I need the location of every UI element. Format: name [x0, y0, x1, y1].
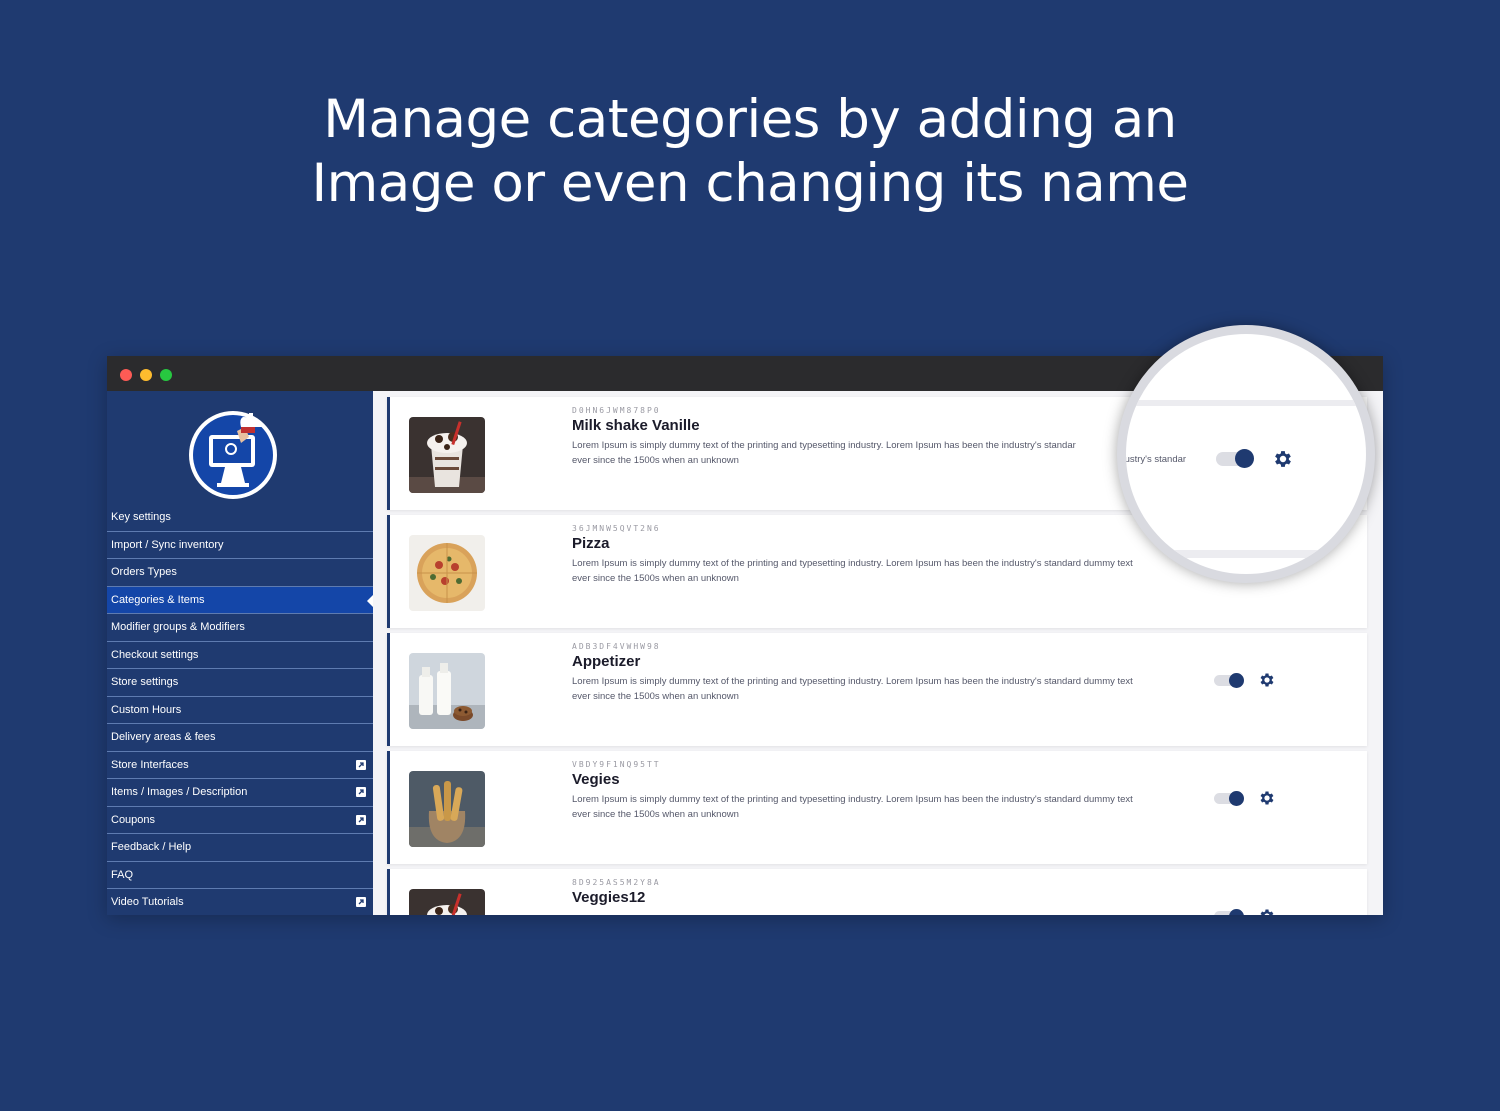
category-description-line-2: ever since the 1500s when an unknown — [572, 572, 739, 584]
category-name[interactable]: Appetizer — [572, 653, 640, 670]
external-link-icon — [356, 787, 366, 797]
sidebar-item-label: Video Tutorials — [111, 896, 184, 908]
category-description: Lorem Ipsum is simply dummy text of the … — [572, 675, 1194, 704]
category-code: VBDY9F1NQ95TT — [572, 760, 661, 769]
category-name[interactable]: Milk shake Vanille — [572, 417, 700, 434]
sidebar-item-feedback-help[interactable]: Feedback / Help — [107, 834, 373, 862]
sidebar-item-label: Items / Images / Description — [111, 786, 248, 798]
sidebar-item-label: Key settings — [111, 511, 171, 523]
external-link-icon — [356, 759, 366, 770]
category-image[interactable] — [409, 417, 485, 493]
sidebar-item-checkout-settings[interactable]: Checkout settings — [107, 642, 373, 669]
sidebar-item-label: Store settings — [111, 676, 179, 688]
category-enable-toggle[interactable] — [1214, 909, 1244, 915]
sidebar-item-categories-items[interactable]: Categories & Items — [107, 586, 373, 614]
magnifier-callout: ndustry's standar — [1117, 325, 1375, 583]
sidebar-item-custom-hours[interactable]: Custom Hours — [107, 697, 373, 724]
sidebar-nav: Key settings Import / Sync inventory Order… — [107, 504, 373, 915]
category-code: 8D925AS5M2Y8A — [572, 878, 661, 887]
headline-line-1: Manage categories by adding an — [323, 89, 1177, 150]
category-image[interactable] — [409, 535, 485, 611]
sidebar-item-label: Custom Hours — [111, 703, 182, 716]
sidebar-item-items-images-description[interactable]: Items / Images / Description — [107, 779, 373, 807]
sidebar-item-store-interfaces[interactable]: Store Interfaces — [107, 752, 373, 779]
category-name[interactable]: Pizza — [572, 535, 610, 552]
sidebar-item-orders-types[interactable]: Orders Types — [107, 559, 373, 587]
category-description: Lorem Ipsum is simply dummy text of the … — [572, 557, 1194, 586]
sidebar-item-coupons[interactable]: Coupons — [107, 807, 373, 834]
sidebar-item-import-sync-inventory[interactable]: Import / Sync inventory — [107, 532, 373, 559]
magnifier-enable-toggle[interactable] — [1216, 449, 1254, 468]
category-description-line-2: ever since the 1500s when an unknown — [572, 690, 739, 702]
category-image[interactable] — [409, 653, 485, 729]
category-card[interactable]: 8D925AS5M2Y8A Veggies12 — [387, 869, 1367, 915]
sidebar-item-modifier-groups-modifiers[interactable]: Modifier groups & Modifiers — [107, 614, 373, 642]
close-window-button[interactable] — [120, 369, 132, 381]
category-image[interactable] — [409, 771, 485, 847]
sidebar-item-store-settings[interactable]: Store settings — [107, 669, 373, 697]
settings-gear-icon[interactable] — [1258, 907, 1276, 915]
restaurant-computer-logo-icon[interactable] — [187, 403, 281, 501]
toggle-knob — [1229, 791, 1244, 806]
sidebar-item-video-tutorials[interactable]: Video Tutorials — [107, 889, 373, 915]
category-image[interactable] — [409, 889, 485, 915]
category-description-line-1: Lorem Ipsum is simply dummy text of the … — [572, 440, 1076, 451]
category-description-line-2: ever since the 1500s when an unknown — [572, 808, 739, 820]
sidebar-item-label: Feedback / Help — [111, 841, 192, 853]
category-description-line-1: Lorem Ipsum is simply dummy text of the … — [572, 558, 1133, 569]
sidebar-item-key-settings[interactable]: Key settings — [107, 504, 373, 532]
category-description: Lorem Ipsum is simply dummy text of the … — [572, 439, 1194, 468]
category-description-line-1: Lorem Ipsum is simply dummy text of the … — [572, 794, 1133, 805]
category-name[interactable]: Veggies12 — [572, 889, 645, 906]
category-description: Lorem Ipsum is simply dummy text of the … — [572, 793, 1194, 822]
category-description-line-1: Lorem Ipsum is simply dummy text of the … — [572, 676, 1133, 687]
settings-gear-icon[interactable] — [1272, 448, 1294, 470]
sidebar-item-label: Orders Types — [111, 566, 177, 578]
category-card[interactable]: VBDY9F1NQ95TT Vegies Lorem Ipsum is simply… — [387, 751, 1367, 864]
category-description-line-2: ever since the 1500s when an unknown — [572, 454, 739, 466]
category-code: D0HN6JWM878P0 — [572, 406, 661, 415]
external-link-icon — [356, 897, 366, 907]
category-enable-toggle[interactable] — [1214, 673, 1244, 688]
category-code: 36JMNW5QVT2N6 — [572, 524, 661, 533]
headline-line-2: Image or even changing its name — [311, 153, 1189, 214]
sidebar-item-label: Store Interfaces — [111, 758, 189, 771]
category-card[interactable]: ADB3DF4VWHW98 Appetizer Lorem Ipsum is sim… — [387, 633, 1367, 746]
minimize-window-button[interactable] — [140, 369, 152, 381]
toggle-knob — [1229, 673, 1244, 688]
category-code: ADB3DF4VWHW98 — [572, 642, 661, 651]
settings-gear-icon[interactable] — [1258, 789, 1276, 807]
sidebar: Key settings Import / Sync inventory Order… — [107, 391, 373, 915]
sidebar-item-label: Checkout settings — [111, 648, 199, 661]
magnifier-card-divider — [1126, 550, 1366, 558]
magnifier-card-divider — [1126, 400, 1366, 406]
sidebar-item-delivery-areas-fees[interactable]: Delivery areas & fees — [107, 724, 373, 752]
category-name[interactable]: Vegies — [572, 771, 620, 788]
sidebar-item-label: Import / Sync inventory — [111, 538, 224, 551]
category-enable-toggle[interactable] — [1214, 791, 1244, 806]
sidebar-item-label: Coupons — [111, 813, 156, 826]
headline: Manage categories by adding an Image or … — [0, 88, 1500, 216]
settings-gear-icon[interactable] — [1258, 671, 1276, 689]
sidebar-item-label: Categories & Items — [111, 593, 205, 606]
toggle-knob — [1229, 909, 1244, 915]
external-link-icon — [356, 814, 366, 825]
magnifier-desc-fragment: ndustry's standar — [1117, 454, 1187, 465]
sidebar-item-faq[interactable]: FAQ — [107, 862, 373, 889]
toggle-knob — [1235, 449, 1254, 468]
sidebar-item-label: Delivery areas & fees — [111, 731, 216, 743]
sidebar-item-label: Modifier groups & Modifiers — [111, 621, 245, 633]
maximize-window-button[interactable] — [160, 369, 172, 381]
sidebar-item-label: FAQ — [111, 868, 134, 881]
